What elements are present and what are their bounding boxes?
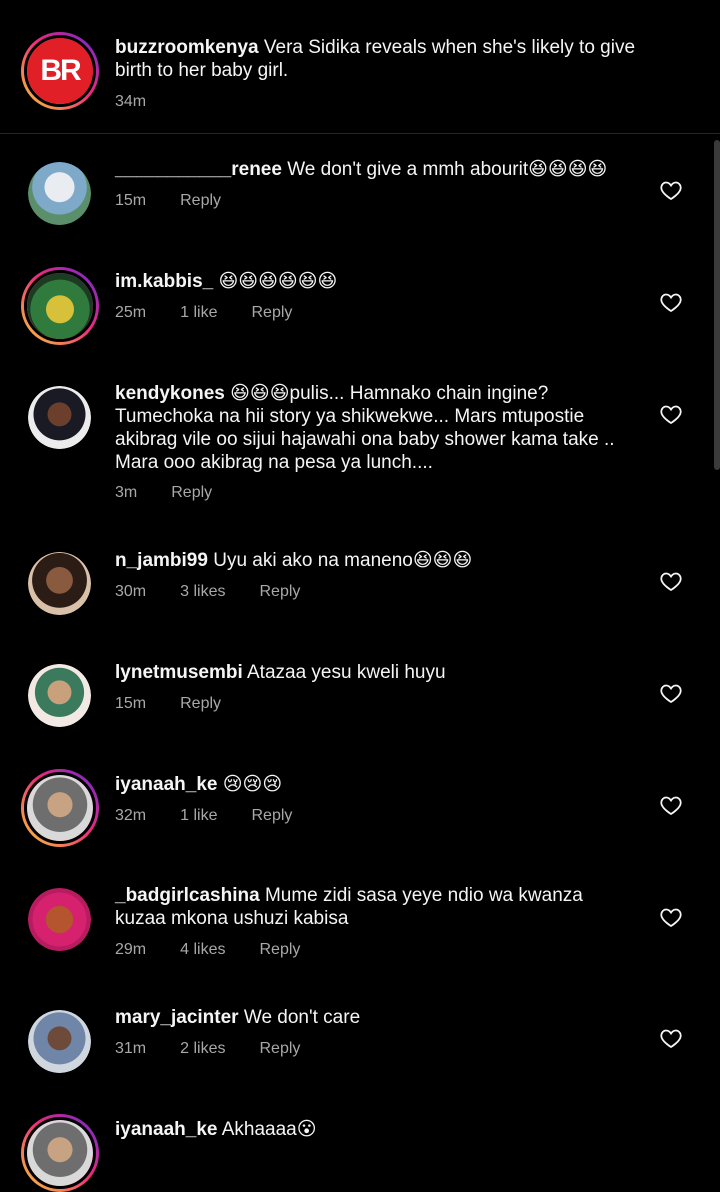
comment-meta: 3m Reply: [115, 484, 246, 502]
heart-outline-icon[interactable]: [659, 681, 683, 705]
comment-meta: 32m 1 like Reply: [115, 807, 326, 825]
comment-avatar[interactable]: [28, 162, 91, 225]
comment-time: 15m: [115, 695, 147, 712]
comment-avatar[interactable]: [28, 386, 91, 449]
comment-time: 29m: [115, 941, 147, 958]
reply-button[interactable]: Reply: [180, 192, 221, 209]
comment-time: 31m: [115, 1040, 147, 1057]
comment-text-block: kendykones 😆😆😆pulis... Hamnako chain ing…: [115, 382, 635, 474]
comment-avatar[interactable]: [28, 1010, 91, 1073]
caption-username[interactable]: buzzroomkenya: [115, 37, 259, 58]
buzzroom-logo-icon: BR: [27, 38, 93, 104]
comment-likes[interactable]: 3 likes: [180, 583, 225, 600]
comment-meta: 31m 2 likes Reply: [115, 1040, 334, 1058]
reply-button[interactable]: Reply: [259, 941, 300, 958]
comment-username[interactable]: n_jambi99: [115, 550, 208, 571]
heart-outline-icon[interactable]: [659, 290, 683, 314]
comment-username[interactable]: ___________renee: [115, 159, 282, 180]
comment-meta: 15m Reply: [115, 192, 255, 210]
reply-button[interactable]: Reply: [180, 695, 221, 712]
comment-likes[interactable]: 1 like: [180, 807, 217, 824]
comment-username[interactable]: mary_jacinter: [115, 1007, 239, 1028]
comment-meta: 25m 1 like Reply: [115, 304, 326, 322]
comment-username[interactable]: _badgirlcashina: [115, 885, 260, 906]
comment-username[interactable]: iyanaah_ke: [115, 1119, 217, 1140]
scrollbar[interactable]: [714, 140, 720, 470]
comment-text-block: ___________renee We don't give a mmh abo…: [115, 158, 635, 181]
comment-username[interactable]: lynetmusembi: [115, 662, 243, 683]
comment-text: Atazaa yesu kweli huyu: [247, 662, 446, 683]
reply-button[interactable]: Reply: [171, 484, 212, 501]
comment-avatar[interactable]: [28, 888, 91, 951]
heart-outline-icon[interactable]: [659, 905, 683, 929]
heart-outline-icon[interactable]: [659, 1026, 683, 1050]
comment-time: 3m: [115, 484, 138, 501]
comment-text: Uyu aki ako na maneno😆😆😆: [213, 550, 473, 571]
reply-button[interactable]: Reply: [259, 1040, 300, 1057]
comment-text: 😢😢😢: [222, 774, 283, 795]
comment-text-block: n_jambi99 Uyu aki ako na maneno😆😆😆: [115, 549, 635, 572]
comment-likes[interactable]: 1 like: [180, 304, 217, 321]
heart-outline-icon[interactable]: [659, 793, 683, 817]
comment-avatar[interactable]: [28, 664, 91, 727]
comment-avatar[interactable]: [21, 267, 99, 345]
caption-text-block: buzzroomkenya Vera Sidika reveals when s…: [115, 36, 655, 82]
comment-text-block: _badgirlcashina Mume zidi sasa yeye ndio…: [115, 884, 635, 930]
comment-time: 32m: [115, 807, 147, 824]
comment-username[interactable]: iyanaah_ke: [115, 774, 217, 795]
heart-outline-icon[interactable]: [659, 402, 683, 426]
comment-avatar[interactable]: [28, 552, 91, 615]
comment-time: 25m: [115, 304, 147, 321]
comment-text: 😆😆😆😆😆😆: [218, 271, 338, 292]
comment-meta: 15m Reply: [115, 695, 255, 713]
caption-meta: 34m: [115, 93, 180, 111]
comment-avatar[interactable]: [21, 1114, 99, 1192]
comment-text-block: mary_jacinter We don't care: [115, 1006, 635, 1029]
comment-text: We don't give a mmh abourit😆😆😆😆: [287, 159, 608, 180]
comment-time: 30m: [115, 583, 147, 600]
reply-button[interactable]: Reply: [251, 807, 292, 824]
comment-likes[interactable]: 2 likes: [180, 1040, 225, 1057]
heart-outline-icon[interactable]: [659, 178, 683, 202]
comment-time: 15m: [115, 192, 147, 209]
comment-username[interactable]: kendykones: [115, 383, 225, 404]
comment-meta: 30m 3 likes Reply: [115, 583, 334, 601]
comment-text-block: im.kabbis_ 😆😆😆😆😆😆: [115, 270, 635, 293]
post-caption: BR buzzroomkenya Vera Sidika reveals whe…: [0, 0, 720, 134]
comment-meta: 29m 4 likes Reply: [115, 941, 334, 959]
comment-text: We don't care: [243, 1007, 361, 1028]
reply-button[interactable]: Reply: [259, 583, 300, 600]
caption-avatar[interactable]: BR: [21, 32, 99, 110]
comment-text-block: lynetmusembi Atazaa yesu kweli huyu: [115, 661, 635, 684]
comment-text: Akhaaaa😮: [221, 1119, 317, 1140]
reply-button[interactable]: Reply: [251, 304, 292, 321]
comment-likes[interactable]: 4 likes: [180, 941, 225, 958]
comment-avatar[interactable]: [21, 769, 99, 847]
comment-username[interactable]: im.kabbis_: [115, 271, 213, 292]
comment-text-block: iyanaah_ke 😢😢😢: [115, 773, 635, 796]
caption-time: 34m: [115, 93, 147, 110]
heart-outline-icon[interactable]: [659, 569, 683, 593]
